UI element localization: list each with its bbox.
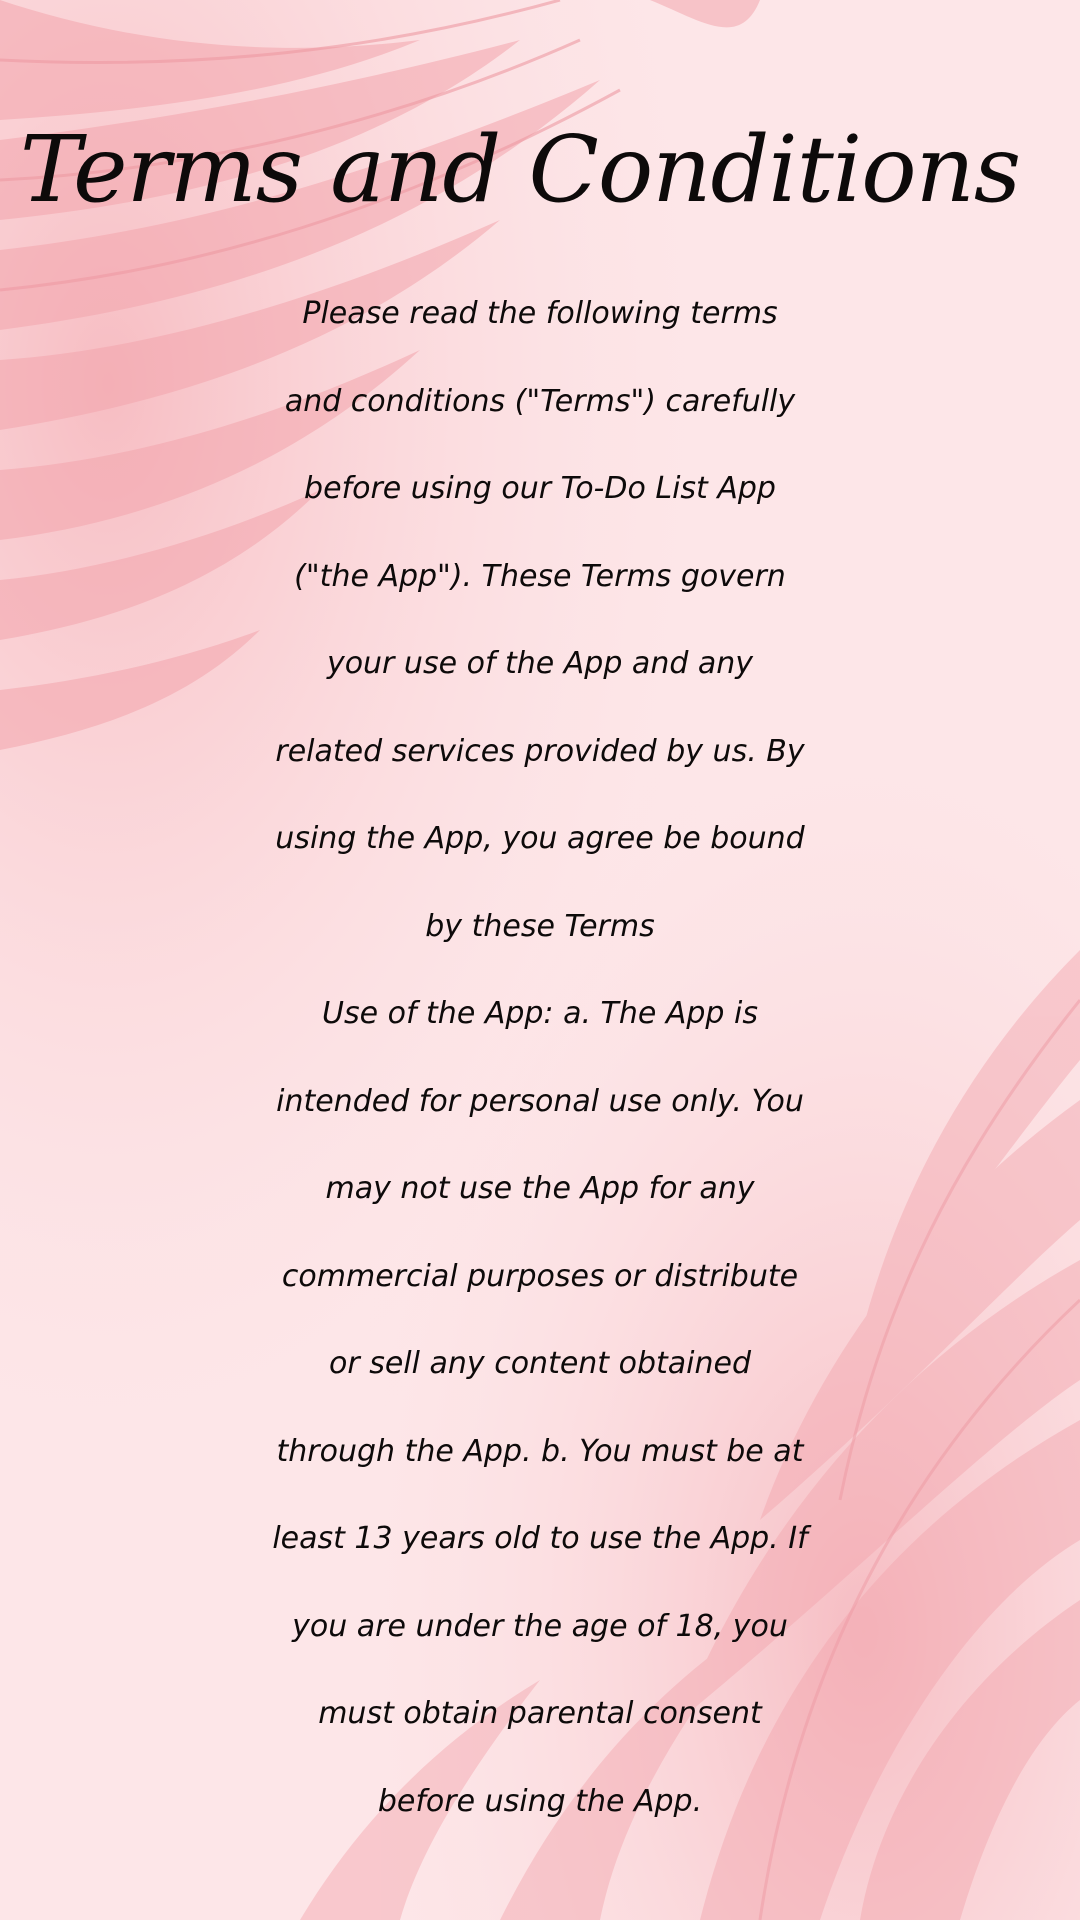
- terms-line: commercial purposes or distribute: [281, 1258, 799, 1294]
- terms-line: Use of the App: a. The App is: [322, 996, 758, 1031]
- terms-line: related services provided by us. By: [275, 733, 805, 769]
- terms-line: your use of the App and any: [326, 646, 754, 681]
- terms-line: intended for personal use only. You: [276, 1083, 804, 1119]
- terms-line: least 13 years old to use the App. If: [272, 1521, 808, 1556]
- terms-line: ("the App"). These Terms govern: [294, 558, 786, 594]
- terms-line: and conditions ("Terms") carefully: [284, 383, 796, 419]
- terms-line: before using our To-Do List App: [304, 471, 776, 506]
- terms-line: must obtain parental consent: [318, 1696, 762, 1731]
- page-title: Terms and Conditions: [19, 116, 1021, 223]
- terms-line: using the App, you agree be bound: [275, 821, 805, 856]
- terms-page: Terms and Conditions Please read the fol…: [0, 0, 1080, 1920]
- terms-line: Please read the following terms: [302, 296, 778, 331]
- terms-line: before using the App.: [377, 1783, 703, 1819]
- terms-line: or sell any content obtained: [329, 1346, 751, 1381]
- terms-line: by these Terms: [425, 908, 655, 944]
- terms-line: through the App. b. You must be at: [276, 1433, 804, 1469]
- terms-line: may not use the App for any: [325, 1171, 755, 1206]
- terms-line: you are under the age of 18, you: [292, 1608, 788, 1644]
- terms-body: Please read the following terms and cond…: [0, 270, 1080, 1845]
